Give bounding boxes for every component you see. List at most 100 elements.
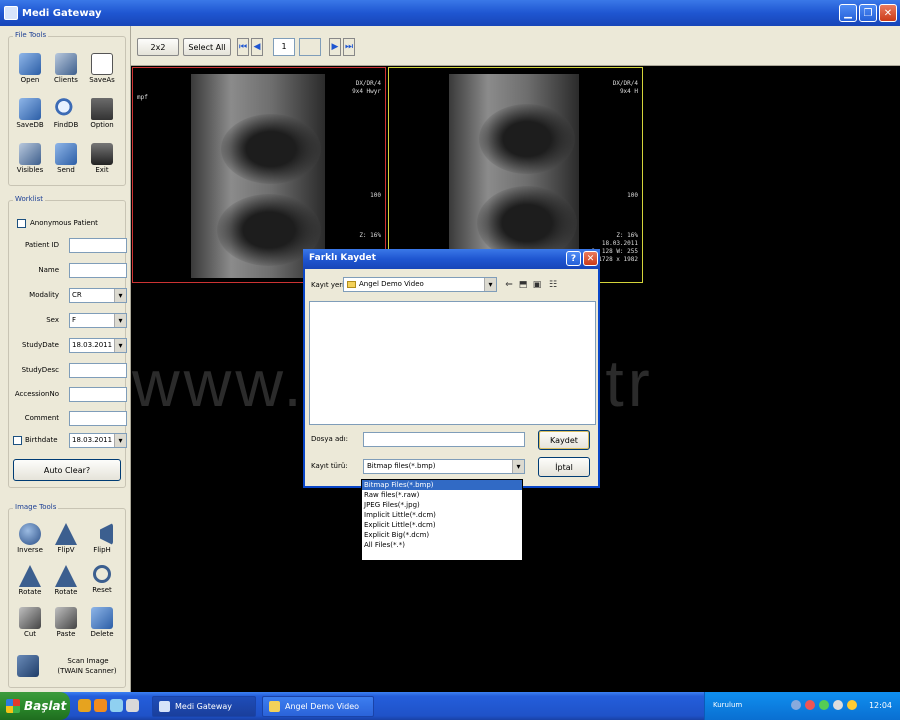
first-page-button[interactable]: ⏮ — [237, 38, 249, 56]
tray-app-icon[interactable] — [819, 700, 829, 710]
file-type-option[interactable]: Explicit Little(*.dcm) — [362, 520, 522, 530]
layout-2x2-button[interactable]: 2x2 — [137, 38, 179, 56]
quicklaunch-ie-icon[interactable] — [110, 699, 123, 712]
tray-volume-icon[interactable] — [833, 700, 843, 710]
task-angel-demo-video[interactable]: Angel Demo Video — [262, 696, 374, 717]
accession-no-input[interactable] — [69, 387, 127, 402]
file-type-option[interactable]: Bitmap Files(*.bmp) — [362, 480, 522, 490]
file-type-option[interactable]: JPEG Files(*.jpg) — [362, 500, 522, 510]
name-input[interactable] — [69, 263, 127, 278]
document-icon — [91, 53, 113, 75]
birthdate-checkbox[interactable] — [13, 436, 22, 445]
cancel-button[interactable]: İptal — [538, 457, 590, 477]
up-folder-icon[interactable]: ⬒ — [517, 279, 529, 291]
file-type-select[interactable]: Bitmap files(*.bmp) — [363, 459, 525, 474]
back-icon[interactable]: ⇐ — [503, 279, 515, 291]
visibles-button[interactable]: Visibles — [13, 143, 47, 174]
cut-button[interactable]: Cut — [13, 607, 47, 638]
viewport-1-side-label: mpf — [137, 94, 148, 101]
save-in-select[interactable]: Angel Demo Video — [343, 277, 497, 292]
file-name-input[interactable] — [363, 432, 525, 447]
exit-button[interactable]: Exit — [85, 143, 119, 174]
option-label: Option — [90, 121, 114, 129]
tray-network-icon[interactable] — [791, 700, 801, 710]
birthdate-picker[interactable]: 18.03.2011 — [69, 433, 127, 448]
reset-button[interactable]: Reset — [85, 565, 119, 594]
patient-id-input[interactable] — [69, 238, 127, 253]
quicklaunch-firefox-icon[interactable] — [94, 699, 107, 712]
anonymous-patient-checkbox[interactable] — [17, 219, 26, 228]
auto-clear-button[interactable]: Auto Clear? — [13, 459, 121, 481]
study-date-label: StudyDate — [22, 341, 59, 349]
rotate-right-button[interactable]: Rotate — [49, 565, 83, 596]
windows-flag-icon — [6, 699, 20, 713]
file-type-option[interactable]: All Files(*.*) — [362, 540, 522, 550]
find-db-button[interactable]: FindDB — [49, 98, 83, 129]
dialog-close-button[interactable]: ✕ — [583, 251, 598, 266]
file-type-option[interactable]: Raw files(*.raw) — [362, 490, 522, 500]
save-as-button[interactable]: SaveAs — [85, 53, 119, 84]
flip-horizontal-icon — [91, 523, 113, 545]
quicklaunch-desktop-icon[interactable] — [126, 699, 139, 712]
close-button[interactable]: ✕ — [879, 4, 897, 22]
page-number-input[interactable]: 1 — [273, 38, 295, 56]
tray-security-icon[interactable] — [805, 700, 815, 710]
select-all-button[interactable]: Select All — [183, 38, 231, 56]
cut-icon — [19, 607, 41, 629]
task-medi-gateway[interactable]: Medi Gateway — [152, 696, 256, 717]
clients-button[interactable]: Clients — [49, 53, 83, 84]
file-type-option[interactable]: Explicit Big(*.dcm) — [362, 530, 522, 540]
option-button[interactable]: Option — [85, 98, 119, 129]
rotate-left-button[interactable]: Rotate — [13, 565, 47, 596]
reset-label: Reset — [92, 586, 112, 594]
viewport-2-overlay: DX/DR/4 9x4 H 100 Z: 16% 18.03.2011 C: 12… — [591, 80, 638, 263]
flip-vertical-icon — [55, 523, 77, 545]
start-button[interactable]: Başlat — [0, 692, 70, 720]
app-window: Medi Gateway ▁ ❐ ✕ File Tools Open Clien… — [0, 0, 900, 720]
minimize-button[interactable]: ▁ — [839, 4, 857, 22]
find-db-label: FindDB — [53, 121, 79, 129]
prev-page-button[interactable]: ◀ — [251, 38, 263, 56]
view-menu-icon[interactable]: ☷ — [547, 279, 559, 291]
lung-upper-1 — [221, 114, 321, 184]
open-button[interactable]: Open — [13, 53, 47, 84]
maximize-button[interactable]: ❐ — [859, 4, 877, 22]
language-indicator[interactable]: Kurulum — [713, 701, 742, 709]
rotate-right-label: Rotate — [54, 588, 78, 596]
send-button[interactable]: Send — [49, 143, 83, 174]
paste-icon — [55, 607, 77, 629]
scanner-icon[interactable] — [17, 655, 39, 677]
comment-input[interactable] — [69, 411, 127, 426]
paste-button[interactable]: Paste — [49, 607, 83, 638]
file-type-option[interactable]: Implicit Little(*.dcm) — [362, 510, 522, 520]
task-folder-icon — [269, 701, 280, 712]
modality-select[interactable]: CR — [69, 288, 127, 303]
study-date-picker[interactable]: 18.03.2011 — [69, 338, 127, 353]
start-label: Başlat — [24, 699, 67, 713]
reset-icon — [93, 565, 111, 583]
save-db-button[interactable]: SaveDB — [13, 98, 47, 129]
save-as-dialog: Farklı Kaydet ? ✕ Kayıt yeri: Angel Demo… — [303, 249, 600, 488]
send-icon — [55, 143, 77, 165]
file-list[interactable] — [309, 301, 596, 425]
page-total — [299, 38, 321, 56]
inverse-label: Inverse — [17, 546, 43, 554]
dialog-help-button[interactable]: ? — [566, 251, 581, 266]
study-desc-input[interactable] — [69, 363, 127, 378]
tray-update-icon[interactable] — [847, 700, 857, 710]
last-page-button[interactable]: ⏭ — [343, 38, 355, 56]
flip-h-label: FlipH — [93, 546, 111, 554]
name-label: Name — [38, 266, 59, 274]
inverse-button[interactable]: Inverse — [13, 523, 47, 554]
new-folder-icon[interactable]: ▣ — [531, 279, 543, 291]
quicklaunch-media-icon[interactable] — [78, 699, 91, 712]
flip-v-button[interactable]: FlipV — [49, 523, 83, 554]
sex-select[interactable]: F — [69, 313, 127, 328]
save-as-label: SaveAs — [89, 76, 115, 84]
flip-h-button[interactable]: FlipH — [85, 523, 119, 554]
delete-button[interactable]: Delete — [85, 607, 119, 638]
next-page-button[interactable]: ▶ — [329, 38, 341, 56]
database-save-icon — [19, 98, 41, 120]
save-button[interactable]: Kaydet — [538, 430, 590, 450]
task-app-icon — [159, 701, 170, 712]
